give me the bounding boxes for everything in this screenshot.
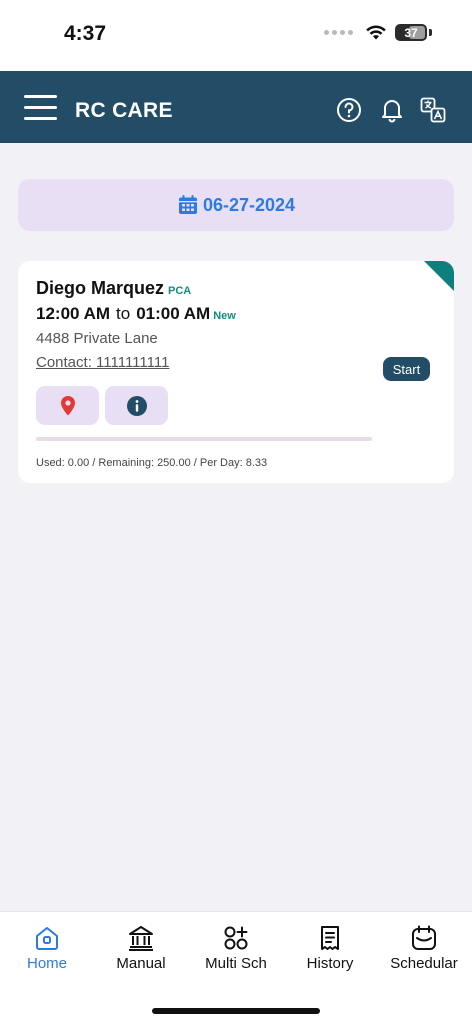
grid-plus-icon <box>224 926 248 950</box>
battery-icon: 37 <box>395 24 427 41</box>
nav-manual[interactable]: Manual <box>94 924 188 984</box>
translate-icon[interactable] <box>420 97 446 123</box>
contact-link[interactable]: Contact: 1111111111 <box>36 354 169 371</box>
menu-icon[interactable] <box>24 95 57 121</box>
app-title: RC CARE <box>75 99 173 122</box>
card-corner-flag <box>424 261 454 291</box>
calendar-box-icon <box>412 925 436 950</box>
nav-label-multi-sch: Multi Sch <box>205 955 267 972</box>
wifi-icon <box>366 25 386 40</box>
schedule-card[interactable]: Diego Marquez PCA 12:00 AM to 01:00 AM New 4… <box>18 261 454 483</box>
home-icon <box>36 927 58 950</box>
app-header: RC CARE <box>0 71 472 143</box>
nav-label-manual: Manual <box>116 955 166 972</box>
client-name: Diego Marquez <box>36 278 165 298</box>
start-button[interactable]: Start <box>383 357 430 381</box>
client-name-row: Diego Marquez PCA <box>36 278 191 299</box>
info-button[interactable] <box>105 386 168 425</box>
nav-label-schedular: Schedular <box>390 955 458 972</box>
usage-summary: Used: 0.00 / Remaining: 250.00 / Per Day… <box>36 457 268 469</box>
nav-history[interactable]: History <box>283 924 377 984</box>
nav-label-history: History <box>306 955 354 972</box>
status-time: 4:37 <box>64 22 107 45</box>
help-icon[interactable] <box>336 97 362 123</box>
nav-multi-sch[interactable]: Multi Sch <box>189 924 283 984</box>
start-time: 12:00 AM <box>36 304 111 323</box>
receipt-icon <box>321 926 339 950</box>
battery-tip <box>429 29 432 36</box>
location-pin-icon <box>60 395 75 415</box>
nav-schedular[interactable]: Schedular <box>377 924 471 984</box>
time-separator: to <box>116 304 131 323</box>
signal-icon <box>324 30 353 35</box>
end-time: 01:00 AM <box>136 304 211 323</box>
selected-date: 06-27-2024 <box>202 194 296 215</box>
bell-icon[interactable] <box>379 97 405 123</box>
usage-progress-bar <box>36 437 372 441</box>
time-row: 12:00 AM to 01:00 AM New <box>36 304 236 324</box>
bank-icon <box>129 926 153 951</box>
location-button[interactable] <box>36 386 99 425</box>
home-indicator <box>152 1008 320 1014</box>
client-address: 4488 Private Lane <box>36 330 158 347</box>
date-selector[interactable]: 06-27-2024 <box>18 179 454 231</box>
info-icon <box>126 395 147 416</box>
status-badge: New <box>213 310 236 322</box>
status-icons: 37 <box>324 24 432 41</box>
calendar-icon <box>178 195 197 214</box>
service-tag: PCA <box>168 285 192 297</box>
nav-label-home: Home <box>26 955 67 972</box>
nav-home[interactable]: Home <box>0 924 94 984</box>
battery-level: 37 <box>404 25 418 40</box>
status-bar: 4:37 37 <box>0 0 472 71</box>
